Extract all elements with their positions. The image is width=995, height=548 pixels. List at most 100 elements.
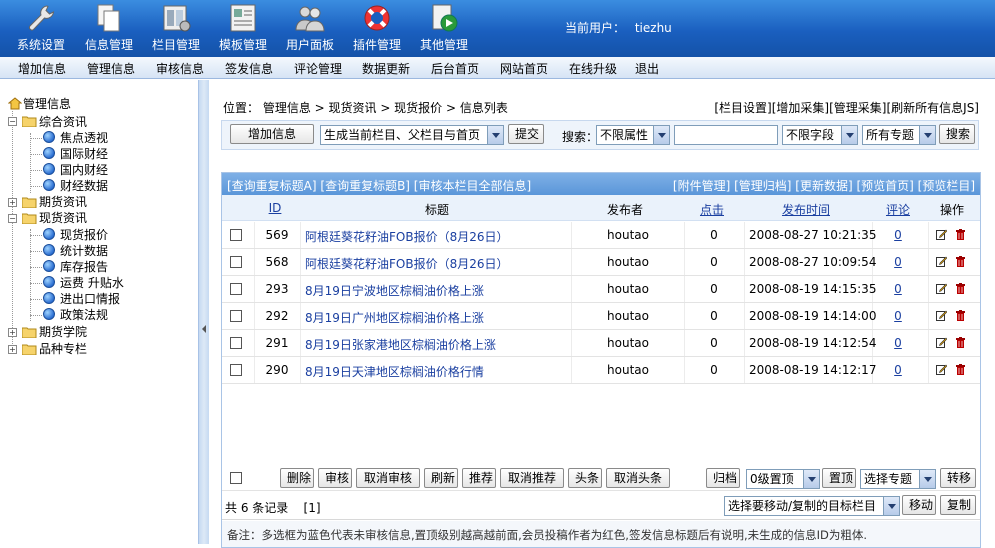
row-checkbox[interactable] xyxy=(230,229,242,241)
delete-icon[interactable] xyxy=(956,256,965,267)
edit-icon[interactable] xyxy=(936,310,947,321)
column-settings-link[interactable]: [栏目设置] xyxy=(714,101,771,115)
edit-icon[interactable] xyxy=(936,337,947,348)
copy-button[interactable]: 复制 xyxy=(940,495,976,515)
add-collect-link[interactable]: [增加采集] xyxy=(772,101,829,115)
attr-select[interactable]: 不限属性 xyxy=(596,125,670,145)
row-checkbox[interactable] xyxy=(230,337,242,349)
set-top-button[interactable]: 置顶 xyxy=(822,468,856,488)
add-info-button[interactable]: 增加信息 xyxy=(230,124,314,144)
column-manage-button[interactable]: 栏目管理 xyxy=(143,0,209,57)
system-settings-button[interactable]: 系统设置 xyxy=(8,0,74,57)
cancel-recommend-button[interactable]: 取消推荐 xyxy=(500,468,564,488)
menu-admin-home[interactable]: 后台首页 xyxy=(431,60,479,77)
row-checkbox[interactable] xyxy=(230,256,242,268)
table-right-links[interactable]: [附件管理] [管理归档] [更新数据] [预览首页] [预览栏目] xyxy=(673,177,975,194)
row-comments-link[interactable]: 0 xyxy=(890,228,906,242)
row-comments-link[interactable]: 0 xyxy=(890,363,906,377)
other-manage-button[interactable]: 其他管理 xyxy=(411,0,477,57)
tree-leaf[interactable]: 焦点透视 xyxy=(60,130,108,146)
user-panel-button[interactable]: 用户面板 xyxy=(277,0,343,57)
menu-manage-info[interactable]: 管理信息 xyxy=(87,60,135,77)
menu-data-update[interactable]: 数据更新 xyxy=(362,60,410,77)
submit-button[interactable]: 提交 xyxy=(508,124,544,144)
collapse-toggle[interactable]: − xyxy=(8,214,17,223)
row-title-link[interactable]: 阿根廷葵花籽油FOB报价（8月26日） xyxy=(305,228,509,245)
tree-folder[interactable]: 期货学院 xyxy=(39,324,87,340)
tree-leaf[interactable]: 国内财经 xyxy=(60,162,108,178)
tree-leaf[interactable]: 统计数据 xyxy=(60,243,108,259)
audit-button[interactable]: 审核 xyxy=(318,468,352,488)
expand-toggle[interactable]: + xyxy=(8,198,17,207)
move-button[interactable]: 移动 xyxy=(902,495,936,515)
delete-icon[interactable] xyxy=(956,337,965,348)
delete-icon[interactable] xyxy=(956,283,965,294)
generate-select[interactable]: 生成当前栏目、父栏目与首页 xyxy=(320,125,504,145)
row-checkbox[interactable] xyxy=(230,364,242,376)
row-comments-link[interactable]: 0 xyxy=(890,255,906,269)
field-select[interactable]: 不限字段 xyxy=(782,125,858,145)
tree-leaf[interactable]: 财经数据 xyxy=(60,178,108,194)
expand-toggle[interactable]: + xyxy=(8,345,17,354)
tree-root[interactable]: 管理信息 xyxy=(23,96,71,112)
tree-leaf[interactable]: 运费 升贴水 xyxy=(60,275,124,291)
tree-folder[interactable]: 现货资讯 xyxy=(39,210,87,226)
target-column-select[interactable]: 选择要移动/复制的目标栏目 xyxy=(724,496,900,516)
cancel-headline-button[interactable]: 取消头条 xyxy=(606,468,670,488)
row-title-link[interactable]: 8月19日广州地区棕榈油价格上涨 xyxy=(305,309,484,326)
delete-icon[interactable] xyxy=(956,364,965,375)
menu-online-upgrade[interactable]: 在线升级 xyxy=(569,60,617,77)
sidebar-splitter[interactable] xyxy=(198,80,209,544)
col-time[interactable]: 发布时间 xyxy=(776,201,836,218)
topic-select-batch[interactable]: 选择专题 xyxy=(860,469,936,489)
row-title-link[interactable]: 8月19日天津地区棕榈油价格行情 xyxy=(305,363,484,380)
row-checkbox[interactable] xyxy=(230,283,242,295)
delete-icon[interactable] xyxy=(956,229,965,240)
info-manage-button[interactable]: 信息管理 xyxy=(76,0,142,57)
row-comments-link[interactable]: 0 xyxy=(890,336,906,350)
tree-folder[interactable]: 期货资讯 xyxy=(39,194,87,210)
menu-site-home[interactable]: 网站首页 xyxy=(500,60,548,77)
transfer-button[interactable]: 转移 xyxy=(940,468,976,488)
menu-logout[interactable]: 退出 xyxy=(635,60,659,77)
refresh-button[interactable]: 刷新 xyxy=(424,468,458,488)
template-manage-button[interactable]: 模板管理 xyxy=(210,0,276,57)
tree-leaf[interactable]: 进出口情报 xyxy=(60,291,120,307)
row-title-link[interactable]: 8月19日张家港地区棕榈油价格上涨 xyxy=(305,336,496,353)
row-checkbox[interactable] xyxy=(230,310,242,322)
delete-button[interactable]: 删除 xyxy=(280,468,314,488)
tree-folder[interactable]: 综合资讯 xyxy=(39,114,87,130)
col-id[interactable]: ID xyxy=(260,201,290,215)
select-all-checkbox[interactable] xyxy=(230,472,242,484)
search-button[interactable]: 搜索 xyxy=(939,124,975,144)
expand-toggle[interactable]: + xyxy=(8,328,17,337)
tree-leaf[interactable]: 国际财经 xyxy=(60,146,108,162)
plugin-manage-button[interactable]: 插件管理 xyxy=(344,0,410,57)
top-level-select[interactable]: 0级置顶 xyxy=(746,469,820,489)
edit-icon[interactable] xyxy=(936,256,947,267)
search-input[interactable] xyxy=(674,125,778,145)
menu-comments[interactable]: 评论管理 xyxy=(294,60,342,77)
row-title-link[interactable]: 阿根廷葵花籽油FOB报价（8月26日） xyxy=(305,255,509,272)
col-clicks[interactable]: 点击 xyxy=(692,201,732,218)
edit-icon[interactable] xyxy=(936,283,947,294)
recommend-button[interactable]: 推荐 xyxy=(462,468,496,488)
tree-leaf[interactable]: 政策法规 xyxy=(60,307,108,323)
archive-button[interactable]: 归档 xyxy=(706,468,740,488)
menu-add-info[interactable]: 增加信息 xyxy=(18,60,66,77)
headline-button[interactable]: 头条 xyxy=(568,468,602,488)
row-title-link[interactable]: 8月19日宁波地区棕榈油价格上涨 xyxy=(305,282,484,299)
edit-icon[interactable] xyxy=(936,364,947,375)
table-left-links[interactable]: [查询重复标题A] [查询重复标题B] [审核本栏目全部信息] xyxy=(227,177,531,194)
row-comments-link[interactable]: 0 xyxy=(890,309,906,323)
tree-leaf-selected[interactable]: 现货报价 xyxy=(60,227,108,243)
col-comments[interactable]: 评论 xyxy=(880,201,916,218)
collapse-toggle[interactable]: − xyxy=(8,117,17,126)
tree-leaf[interactable]: 库存报告 xyxy=(60,259,108,275)
cancel-audit-button[interactable]: 取消审核 xyxy=(356,468,420,488)
tree-folder[interactable]: 品种专栏 xyxy=(39,341,87,357)
menu-audit-info[interactable]: 审核信息 xyxy=(156,60,204,77)
topic-select[interactable]: 所有专题 xyxy=(862,125,936,145)
edit-icon[interactable] xyxy=(936,229,947,240)
menu-sign-info[interactable]: 签发信息 xyxy=(225,60,273,77)
